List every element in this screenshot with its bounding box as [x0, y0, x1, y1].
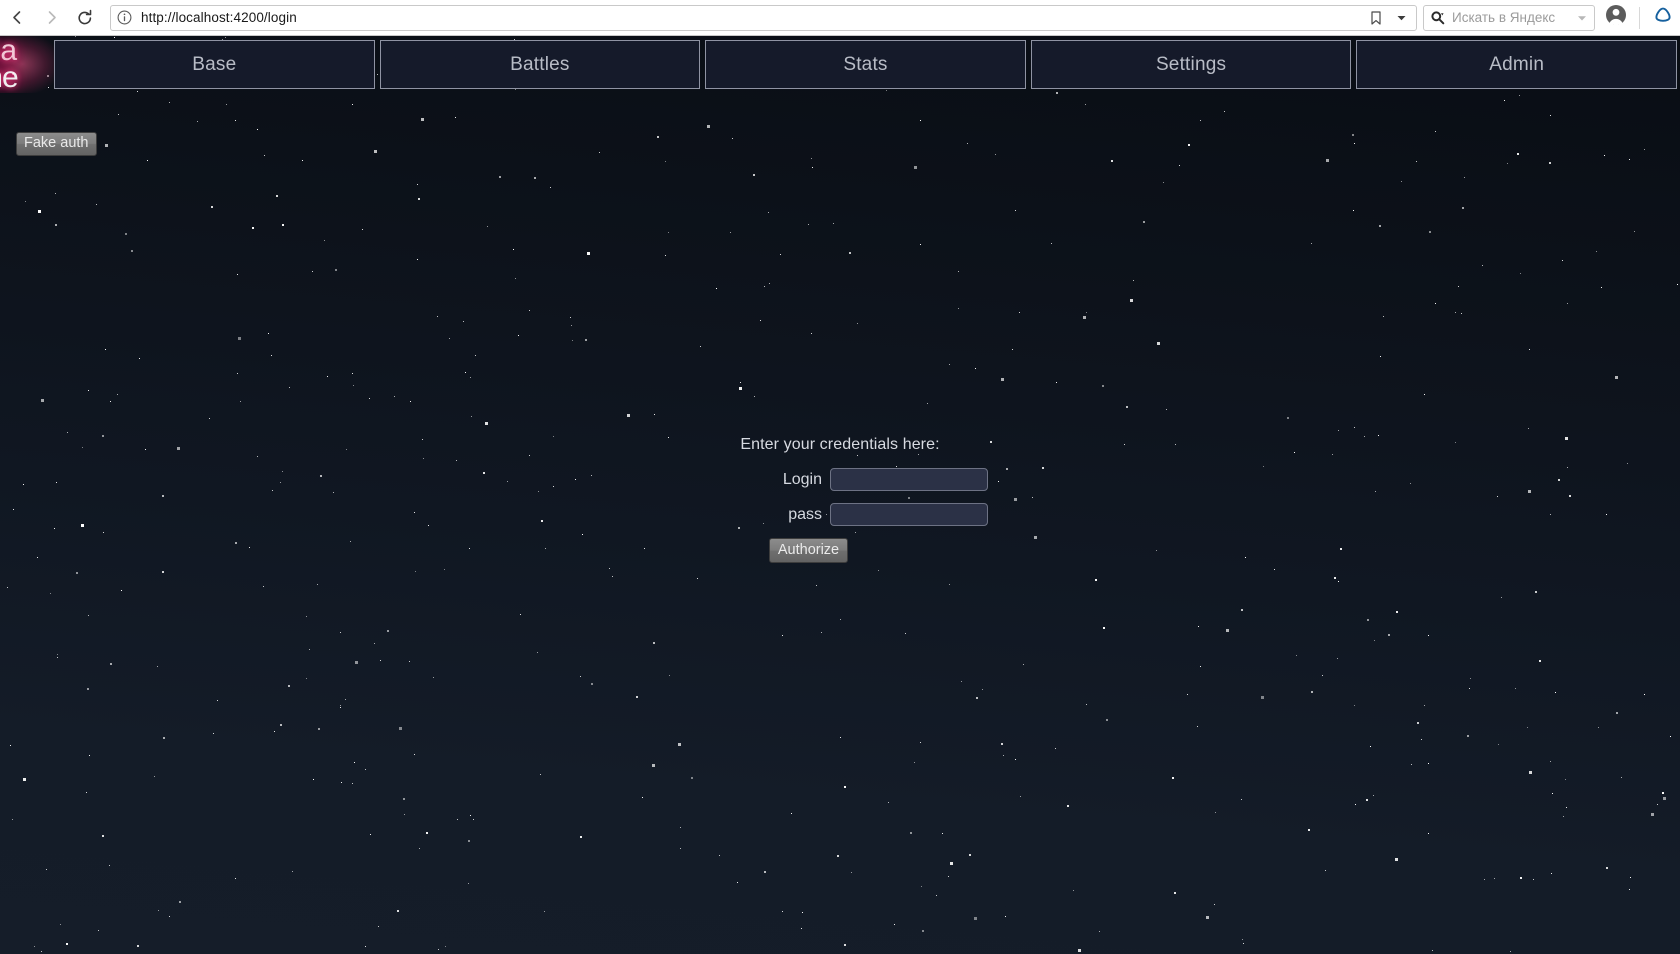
password-field-row: pass	[692, 503, 988, 526]
toolbar-divider	[1639, 6, 1640, 29]
nav-tab-stats[interactable]: Stats	[705, 40, 1026, 89]
app-logo-text: Game	[0, 36, 19, 93]
yandex-browser-icon	[1652, 4, 1674, 31]
login-label: Login	[782, 470, 822, 488]
search-input[interactable]: Искать в Яндекс	[1452, 10, 1576, 25]
search-engine-dropdown-icon[interactable]	[1576, 12, 1588, 24]
app-page: Game Base Battles Stats Settings Admin F…	[0, 36, 1680, 954]
back-button[interactable]	[0, 1, 34, 35]
search-magnifier-icon	[1430, 10, 1445, 25]
app-logo[interactable]: Game	[0, 36, 54, 93]
yandex-browser-button[interactable]	[1646, 1, 1680, 35]
login-field-row: Login	[692, 468, 988, 491]
reload-icon	[76, 9, 94, 27]
page-info-icon[interactable]	[117, 10, 132, 25]
password-label: pass	[788, 505, 822, 523]
login-input[interactable]	[830, 468, 988, 491]
bookmark-icon[interactable]	[1369, 10, 1383, 26]
back-arrow-icon	[9, 9, 26, 26]
main-navigation: Base Battles Stats Settings Admin	[54, 36, 1680, 93]
url-text: http://localhost:4200/login	[141, 10, 297, 25]
authorize-button[interactable]: Authorize	[768, 538, 849, 563]
forward-arrow-icon	[43, 9, 60, 26]
app-logo-line2: me	[0, 61, 19, 93]
password-input[interactable]	[830, 503, 988, 526]
profile-button[interactable]	[1599, 1, 1633, 35]
fake-auth-button[interactable]: Fake auth	[16, 132, 97, 156]
browser-toolbar: http://localhost:4200/login Искать в Янд…	[0, 0, 1680, 36]
login-form: Enter your credentials here: Login pass …	[0, 436, 1680, 563]
login-title: Enter your credentials here:	[740, 436, 940, 453]
nav-tab-base[interactable]: Base	[54, 40, 375, 89]
authorize-row: Authorize	[0, 538, 1680, 563]
forward-button[interactable]	[34, 1, 68, 35]
reload-button[interactable]	[68, 1, 102, 35]
nav-tab-settings[interactable]: Settings	[1030, 40, 1352, 89]
address-bar[interactable]: http://localhost:4200/login	[110, 4, 1417, 31]
search-box[interactable]: Искать в Яндекс	[1423, 4, 1595, 31]
app-topbar: Game Base Battles Stats Settings Admin	[0, 36, 1680, 93]
omnibox-dropdown-icon[interactable]	[1395, 11, 1408, 24]
nav-tab-battles[interactable]: Battles	[379, 40, 701, 89]
user-avatar-icon	[1605, 4, 1627, 31]
nav-tab-admin[interactable]: Admin	[1356, 40, 1677, 89]
